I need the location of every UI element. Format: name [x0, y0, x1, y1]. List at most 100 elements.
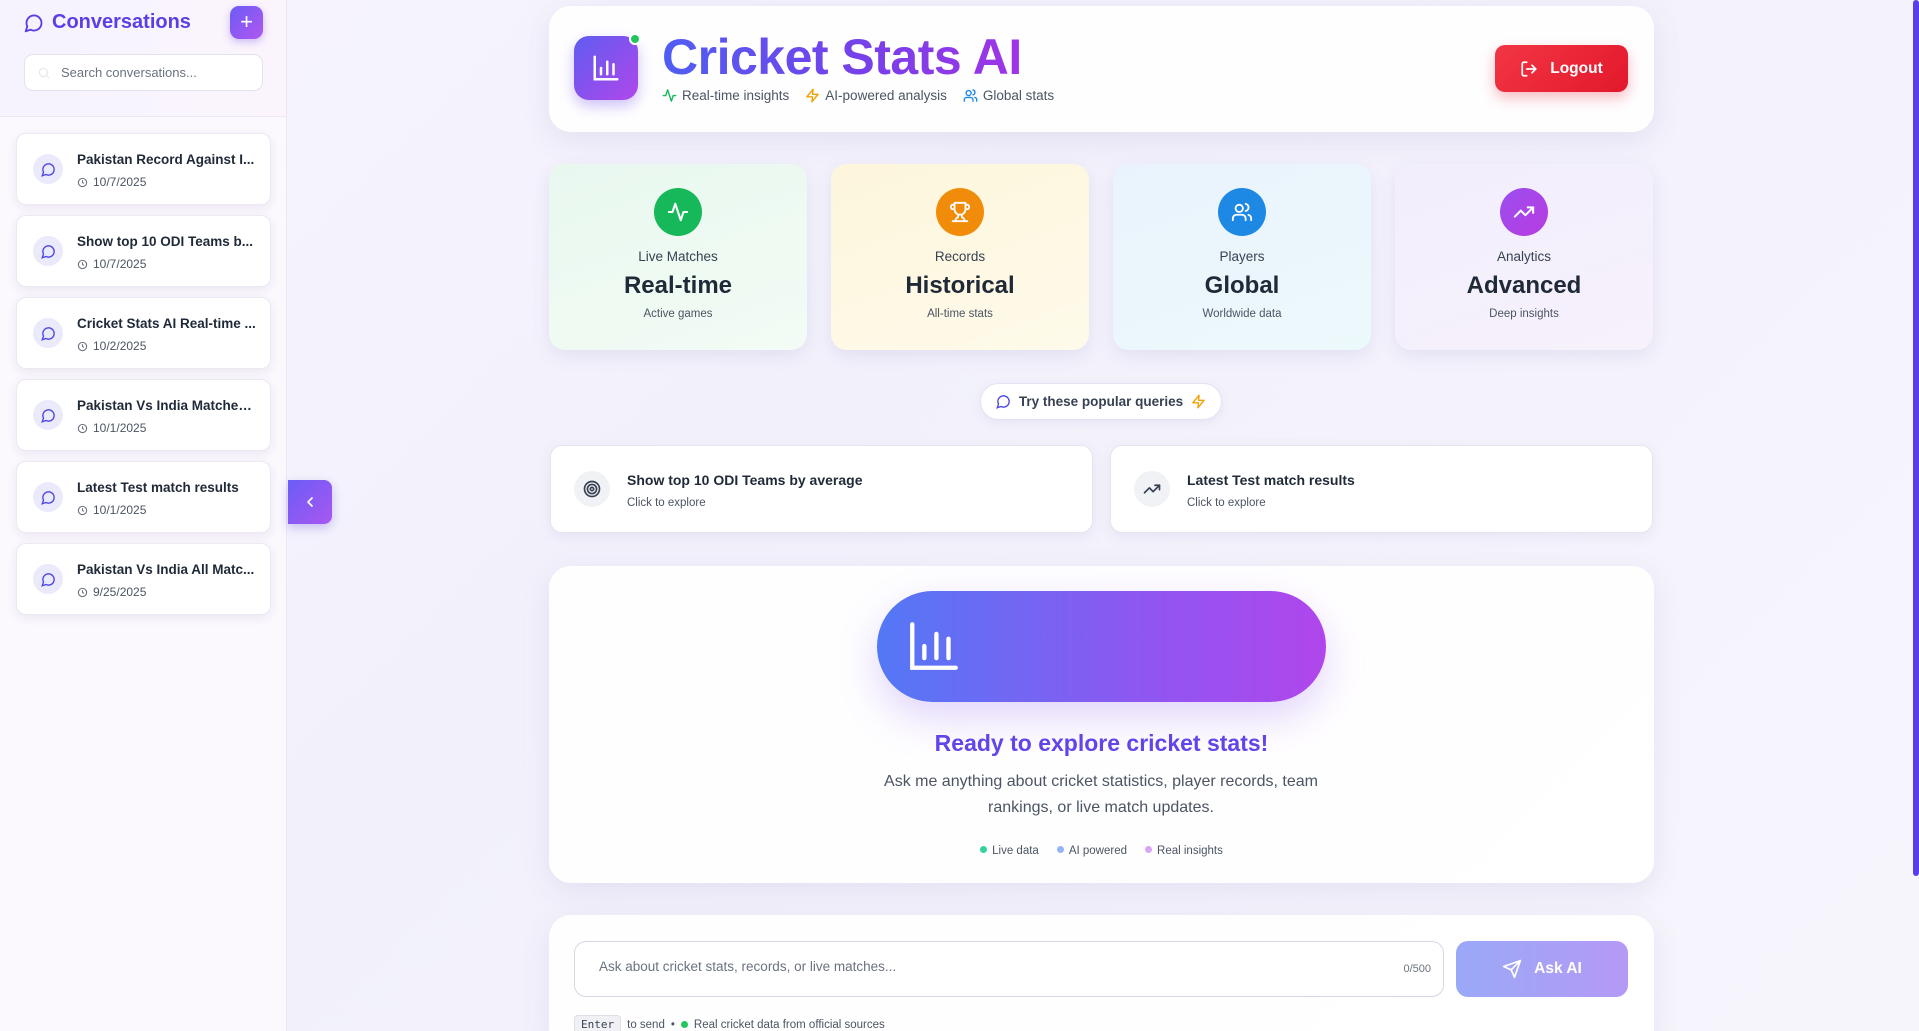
app-logo [574, 36, 638, 100]
conversation-item[interactable]: Pakistan Vs India Matches... 10/1/2025 [16, 379, 271, 451]
tag-ai: AI-powered analysis [805, 88, 947, 103]
chat-icon [33, 236, 63, 266]
sidebar-title-text: Conversations [52, 11, 191, 33]
users-icon [1218, 188, 1266, 236]
welcome-title: Ready to explore cricket stats! [934, 730, 1269, 756]
clock-icon [77, 259, 88, 269]
badge-ai-powered: AI powered [1056, 845, 1128, 857]
conversation-date-text: 9/25/2025 [93, 585, 147, 599]
conversation-title: Latest Test match results [77, 480, 239, 495]
collapse-sidebar-button[interactable] [288, 480, 332, 524]
chat-icon [33, 318, 63, 348]
enter-key: Enter [574, 1015, 622, 1031]
badge-live-data: Live data [980, 845, 1039, 857]
conversation-date-text: 10/1/2025 [93, 503, 147, 517]
stat-sub: All-time stats [927, 308, 993, 320]
stat-card-records: Records Historical All-time stats [831, 164, 1089, 350]
logout-icon [1521, 60, 1537, 77]
stat-value: Advanced [1466, 272, 1582, 299]
send-icon [1502, 959, 1522, 979]
activity-icon [662, 89, 677, 102]
search-icon [38, 67, 50, 79]
composer-hint: Enter to send • Real cricket data from o… [574, 1015, 885, 1031]
welcome-badges: Live data AI powered Real insights [549, 845, 1654, 857]
stat-value: Real-time [623, 272, 733, 299]
bar-chart-icon [910, 622, 958, 670]
conversation-item[interactable]: Show top 10 ODI Teams b... 10/7/2025 [16, 215, 271, 287]
welcome-banner [877, 591, 1326, 702]
search-input[interactable] [61, 65, 241, 80]
conversation-date: 10/2/2025 [77, 339, 146, 353]
target-icon [574, 471, 610, 507]
query-input[interactable] [599, 959, 1359, 974]
badge-real-insights: Real insights [1145, 845, 1223, 857]
clock-icon [77, 587, 88, 597]
new-conversation-button[interactable]: + [230, 6, 263, 39]
conversation-date: 10/1/2025 [77, 503, 146, 517]
conversation-date: 10/1/2025 [77, 421, 146, 435]
source-text: Real cricket data from official sources [693, 1018, 885, 1031]
conversation-date-text: 10/1/2025 [93, 421, 147, 435]
status-dot [1056, 846, 1064, 853]
conversation-title: Pakistan Vs India All Matc... [77, 562, 255, 577]
activity-icon [654, 188, 702, 236]
suggested-query[interactable]: Latest Test match results Click to explo… [1110, 445, 1653, 533]
conversation-item[interactable]: Cricket Stats AI Real-time ... 10/2/2025 [16, 297, 271, 369]
tag-realtime: Real-time insights [662, 88, 789, 103]
tag-label: Global stats [982, 88, 1055, 103]
status-dot [1145, 846, 1153, 853]
stat-value: Historical [905, 272, 1015, 299]
online-status-dot [629, 33, 641, 45]
header-tags: Real-time insights AI-powered analysis G… [662, 88, 1054, 103]
sidebar-header: Conversations + [0, 0, 286, 117]
trophy-icon [936, 188, 984, 236]
conversation-item[interactable]: Latest Test match results 10/1/2025 [16, 461, 271, 533]
zap-icon [1192, 394, 1205, 409]
suggested-query[interactable]: Show top 10 ODI Teams by average Click t… [550, 445, 1093, 533]
clock-icon [77, 505, 88, 515]
character-counter: 0/500 [1403, 963, 1431, 975]
stat-sub: Active games [643, 308, 713, 320]
message-circle-icon [24, 14, 43, 32]
logout-label: Logout [1550, 59, 1603, 77]
conversation-date: 9/25/2025 [77, 585, 146, 599]
chat-icon [33, 482, 63, 512]
chat-icon [33, 400, 63, 430]
conversation-date-text: 10/7/2025 [93, 175, 147, 189]
status-dot [680, 1021, 688, 1028]
trending-up-icon [1134, 471, 1170, 507]
popular-queries-pill: Try these popular queries [980, 383, 1222, 420]
stat-card-live-matches: Live Matches Real-time Active games [549, 164, 807, 350]
page-scrollbar[interactable] [1913, 0, 1919, 876]
conversation-date: 10/7/2025 [77, 257, 146, 271]
app-title: Cricket Stats AI [662, 29, 1022, 85]
message-circle-icon [995, 395, 1010, 409]
trending-up-icon [1500, 188, 1548, 236]
conversation-item[interactable]: Pakistan Record Against I... 10/7/2025 [16, 133, 271, 205]
chat-icon [33, 564, 63, 594]
status-dot [980, 846, 988, 853]
conversation-title: Show top 10 ODI Teams b... [77, 234, 254, 249]
chat-icon [33, 154, 63, 184]
conversation-search[interactable] [24, 54, 263, 91]
ask-ai-label: Ask AI [1534, 960, 1582, 977]
conversations-sidebar: Conversations + Pakistan Record Against … [0, 0, 287, 1031]
query-field[interactable]: 0/500 [574, 941, 1444, 997]
ask-ai-button[interactable]: Ask AI [1456, 941, 1628, 997]
conversation-date: 10/7/2025 [77, 175, 146, 189]
chevron-left-icon [307, 497, 313, 507]
stat-sub: Deep insights [1489, 308, 1559, 320]
stat-label: Players [1219, 249, 1265, 264]
stat-label: Analytics [1496, 249, 1552, 264]
logout-button[interactable]: Logout [1495, 45, 1628, 92]
clock-icon [77, 341, 88, 351]
stat-label: Live Matches [638, 249, 718, 264]
query-title: Show top 10 ODI Teams by average [627, 472, 863, 488]
tag-label: Real-time insights [682, 88, 790, 103]
sidebar-title: Conversations [24, 11, 191, 34]
hint-separator: • [670, 1018, 675, 1031]
conversation-item[interactable]: Pakistan Vs India All Matc... 9/25/2025 [16, 543, 271, 615]
stat-sub: Worldwide data [1202, 308, 1282, 320]
popular-queries-label: Try these popular queries [1018, 394, 1184, 409]
badge-label: AI powered [1068, 845, 1128, 857]
